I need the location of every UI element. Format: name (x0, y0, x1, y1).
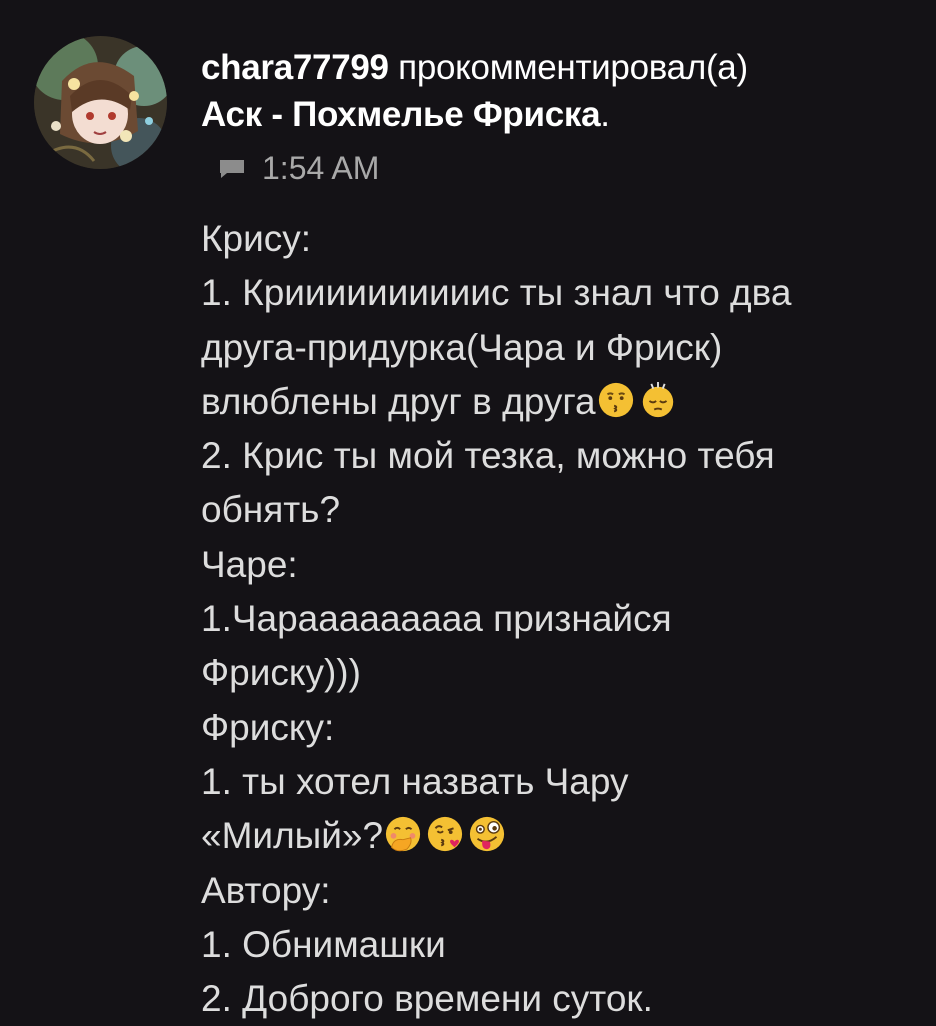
body-line: 1.Чарааааааааа признайся (201, 598, 672, 640)
body-line: 2. Крис ты мой тезка, можно тебя (201, 435, 775, 477)
body-line-text: «Милый»? (201, 815, 384, 857)
header-line-2: Аск - Похмелье Фриска. (201, 91, 921, 138)
body-line: 1. ты хотел назвать Чару (201, 760, 629, 802)
body-line: Автору: (201, 869, 331, 911)
blowing-kiss-emoji-icon (426, 815, 464, 853)
action-text: прокомментировал(а) (398, 48, 748, 87)
body-line: Фриску: (201, 706, 335, 748)
body-line-with-emojis: «Милый»? (201, 809, 921, 863)
body-line: обнять? (201, 489, 341, 531)
kissing-face-emoji-icon (597, 381, 635, 419)
body-line: 1. Обнимашки (201, 923, 446, 965)
comment-meta: 1:54 AM (218, 150, 379, 187)
post-title-period: . (600, 95, 610, 134)
comment-header: chara77799 прокомментировал(а) Аск - Пох… (201, 44, 921, 138)
body-line: Крису: (201, 218, 312, 259)
user-avatar[interactable] (34, 36, 167, 169)
persevering-face-emoji-icon (639, 381, 677, 419)
comment-bubble-icon (218, 158, 246, 180)
body-line-with-emojis: влюблены друг в друга (201, 375, 921, 429)
body-line: 1. Криииииииииис ты знал что два (201, 272, 792, 314)
body-line: друга-придурка(Чара и Фриск) (201, 326, 723, 368)
comment-timestamp: 1:54 AM (262, 150, 380, 186)
body-line: Фриску))) (201, 652, 361, 694)
post-title-link[interactable]: Аск - Похмелье Фриска (201, 95, 601, 134)
body-line: Чаре: (201, 543, 298, 585)
username-link[interactable]: chara77799 (201, 48, 389, 87)
body-line: 2. Доброго времени суток. (201, 978, 653, 1020)
header-line-1: chara77799 прокомментировал(а) (201, 44, 921, 91)
hand-over-mouth-emoji-icon (384, 815, 422, 853)
body-line-text: влюблены друг в друга (201, 380, 596, 422)
anime-avatar-image (34, 36, 167, 169)
comment-body: Крису: 1. Криииииииииис ты знал что два … (201, 212, 921, 1026)
zany-face-emoji-icon (468, 815, 506, 853)
